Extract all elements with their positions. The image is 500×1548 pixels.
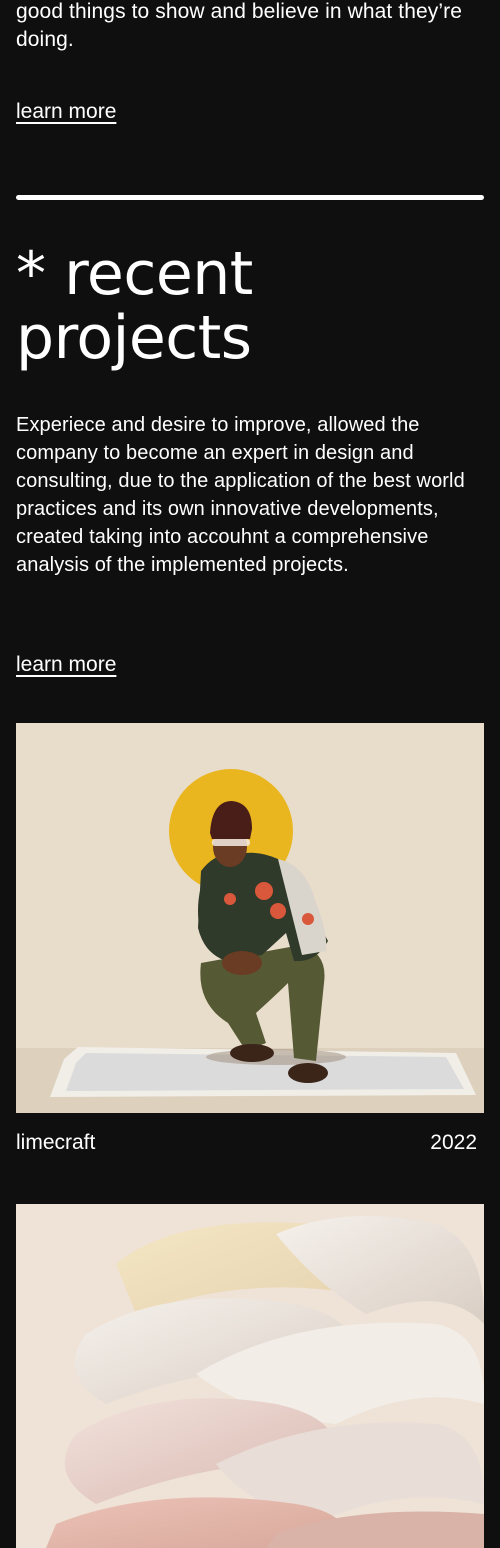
section-description: Experiece and desire to improve, allowed… xyxy=(16,414,465,576)
project-meta: limecraft 2022 xyxy=(16,1130,477,1156)
project-name[interactable]: limecraft xyxy=(16,1131,95,1155)
project-image-2[interactable] xyxy=(16,1204,484,1548)
project-photo xyxy=(16,723,484,1113)
project-abstract-image xyxy=(16,1204,484,1548)
intro-text: good things to show and believe in what … xyxy=(16,0,462,51)
section-divider xyxy=(16,195,484,200)
section-title: * recent projects xyxy=(16,239,253,373)
project-year: 2022 xyxy=(430,1131,477,1154)
projects-learn-more-link[interactable]: learn more xyxy=(16,652,116,678)
project-image-limecraft[interactable] xyxy=(16,723,484,1113)
learn-more-link[interactable]: learn more xyxy=(16,99,116,125)
